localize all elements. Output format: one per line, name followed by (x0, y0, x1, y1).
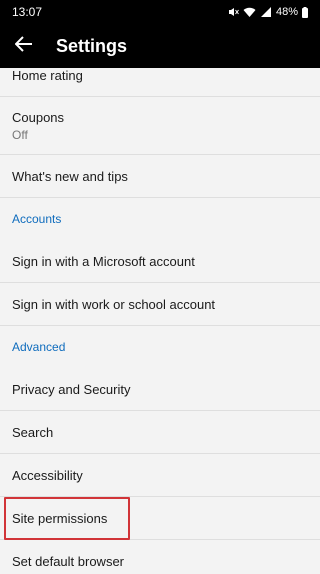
settings-item-label: Sign in with a Microsoft account (12, 253, 195, 269)
settings-item-coupons[interactable]: Coupons Off (0, 97, 320, 155)
status-icons: 48% (227, 6, 308, 18)
settings-item-whats-new[interactable]: What's new and tips (0, 155, 320, 198)
status-bar: 13:07 48% (0, 0, 320, 24)
settings-item-label: Privacy and Security (12, 381, 131, 397)
battery-level: 48% (275, 6, 298, 18)
settings-item-label: Home rating (12, 68, 83, 83)
settings-item-home-rating[interactable]: Home rating (0, 68, 320, 97)
settings-item-site-permissions[interactable]: Site permissions (0, 497, 320, 540)
section-header-advanced: Advanced (12, 340, 66, 354)
app-bar: Settings (0, 24, 320, 68)
battery-icon (302, 6, 308, 18)
settings-item-search[interactable]: Search (0, 411, 320, 454)
settings-item-sign-in-microsoft[interactable]: Sign in with a Microsoft account (0, 240, 320, 283)
section-header-accounts: Accounts (12, 212, 62, 226)
settings-item-label: Search (12, 424, 54, 440)
arrow-left-icon (14, 35, 33, 57)
page-title: Settings (56, 35, 128, 56)
status-time: 13:07 (12, 5, 43, 19)
back-button[interactable] (2, 24, 46, 68)
settings-item-label: Site permissions (12, 510, 108, 526)
mute-icon (227, 6, 239, 18)
settings-item-privacy[interactable]: Privacy and Security (0, 368, 320, 411)
settings-list[interactable]: Home rating Coupons Off What's new and t… (0, 68, 320, 574)
signal-icon (260, 6, 272, 18)
settings-item-accessibility[interactable]: Accessibility (0, 454, 320, 497)
settings-item-value: Off (12, 127, 28, 142)
wifi-icon (243, 6, 256, 18)
settings-item-label: Sign in with work or school account (12, 296, 216, 312)
settings-item-default-browser[interactable]: Set default browser (0, 540, 320, 574)
settings-scroll: Home rating Coupons Off What's new and t… (0, 68, 320, 574)
settings-item-label: Coupons (12, 109, 65, 125)
settings-item-label: Accessibility (12, 467, 83, 483)
settings-item-label: Set default browser (12, 553, 125, 569)
settings-item-sign-in-work[interactable]: Sign in with work or school account (0, 283, 320, 326)
settings-item-label: What's new and tips (12, 168, 128, 184)
